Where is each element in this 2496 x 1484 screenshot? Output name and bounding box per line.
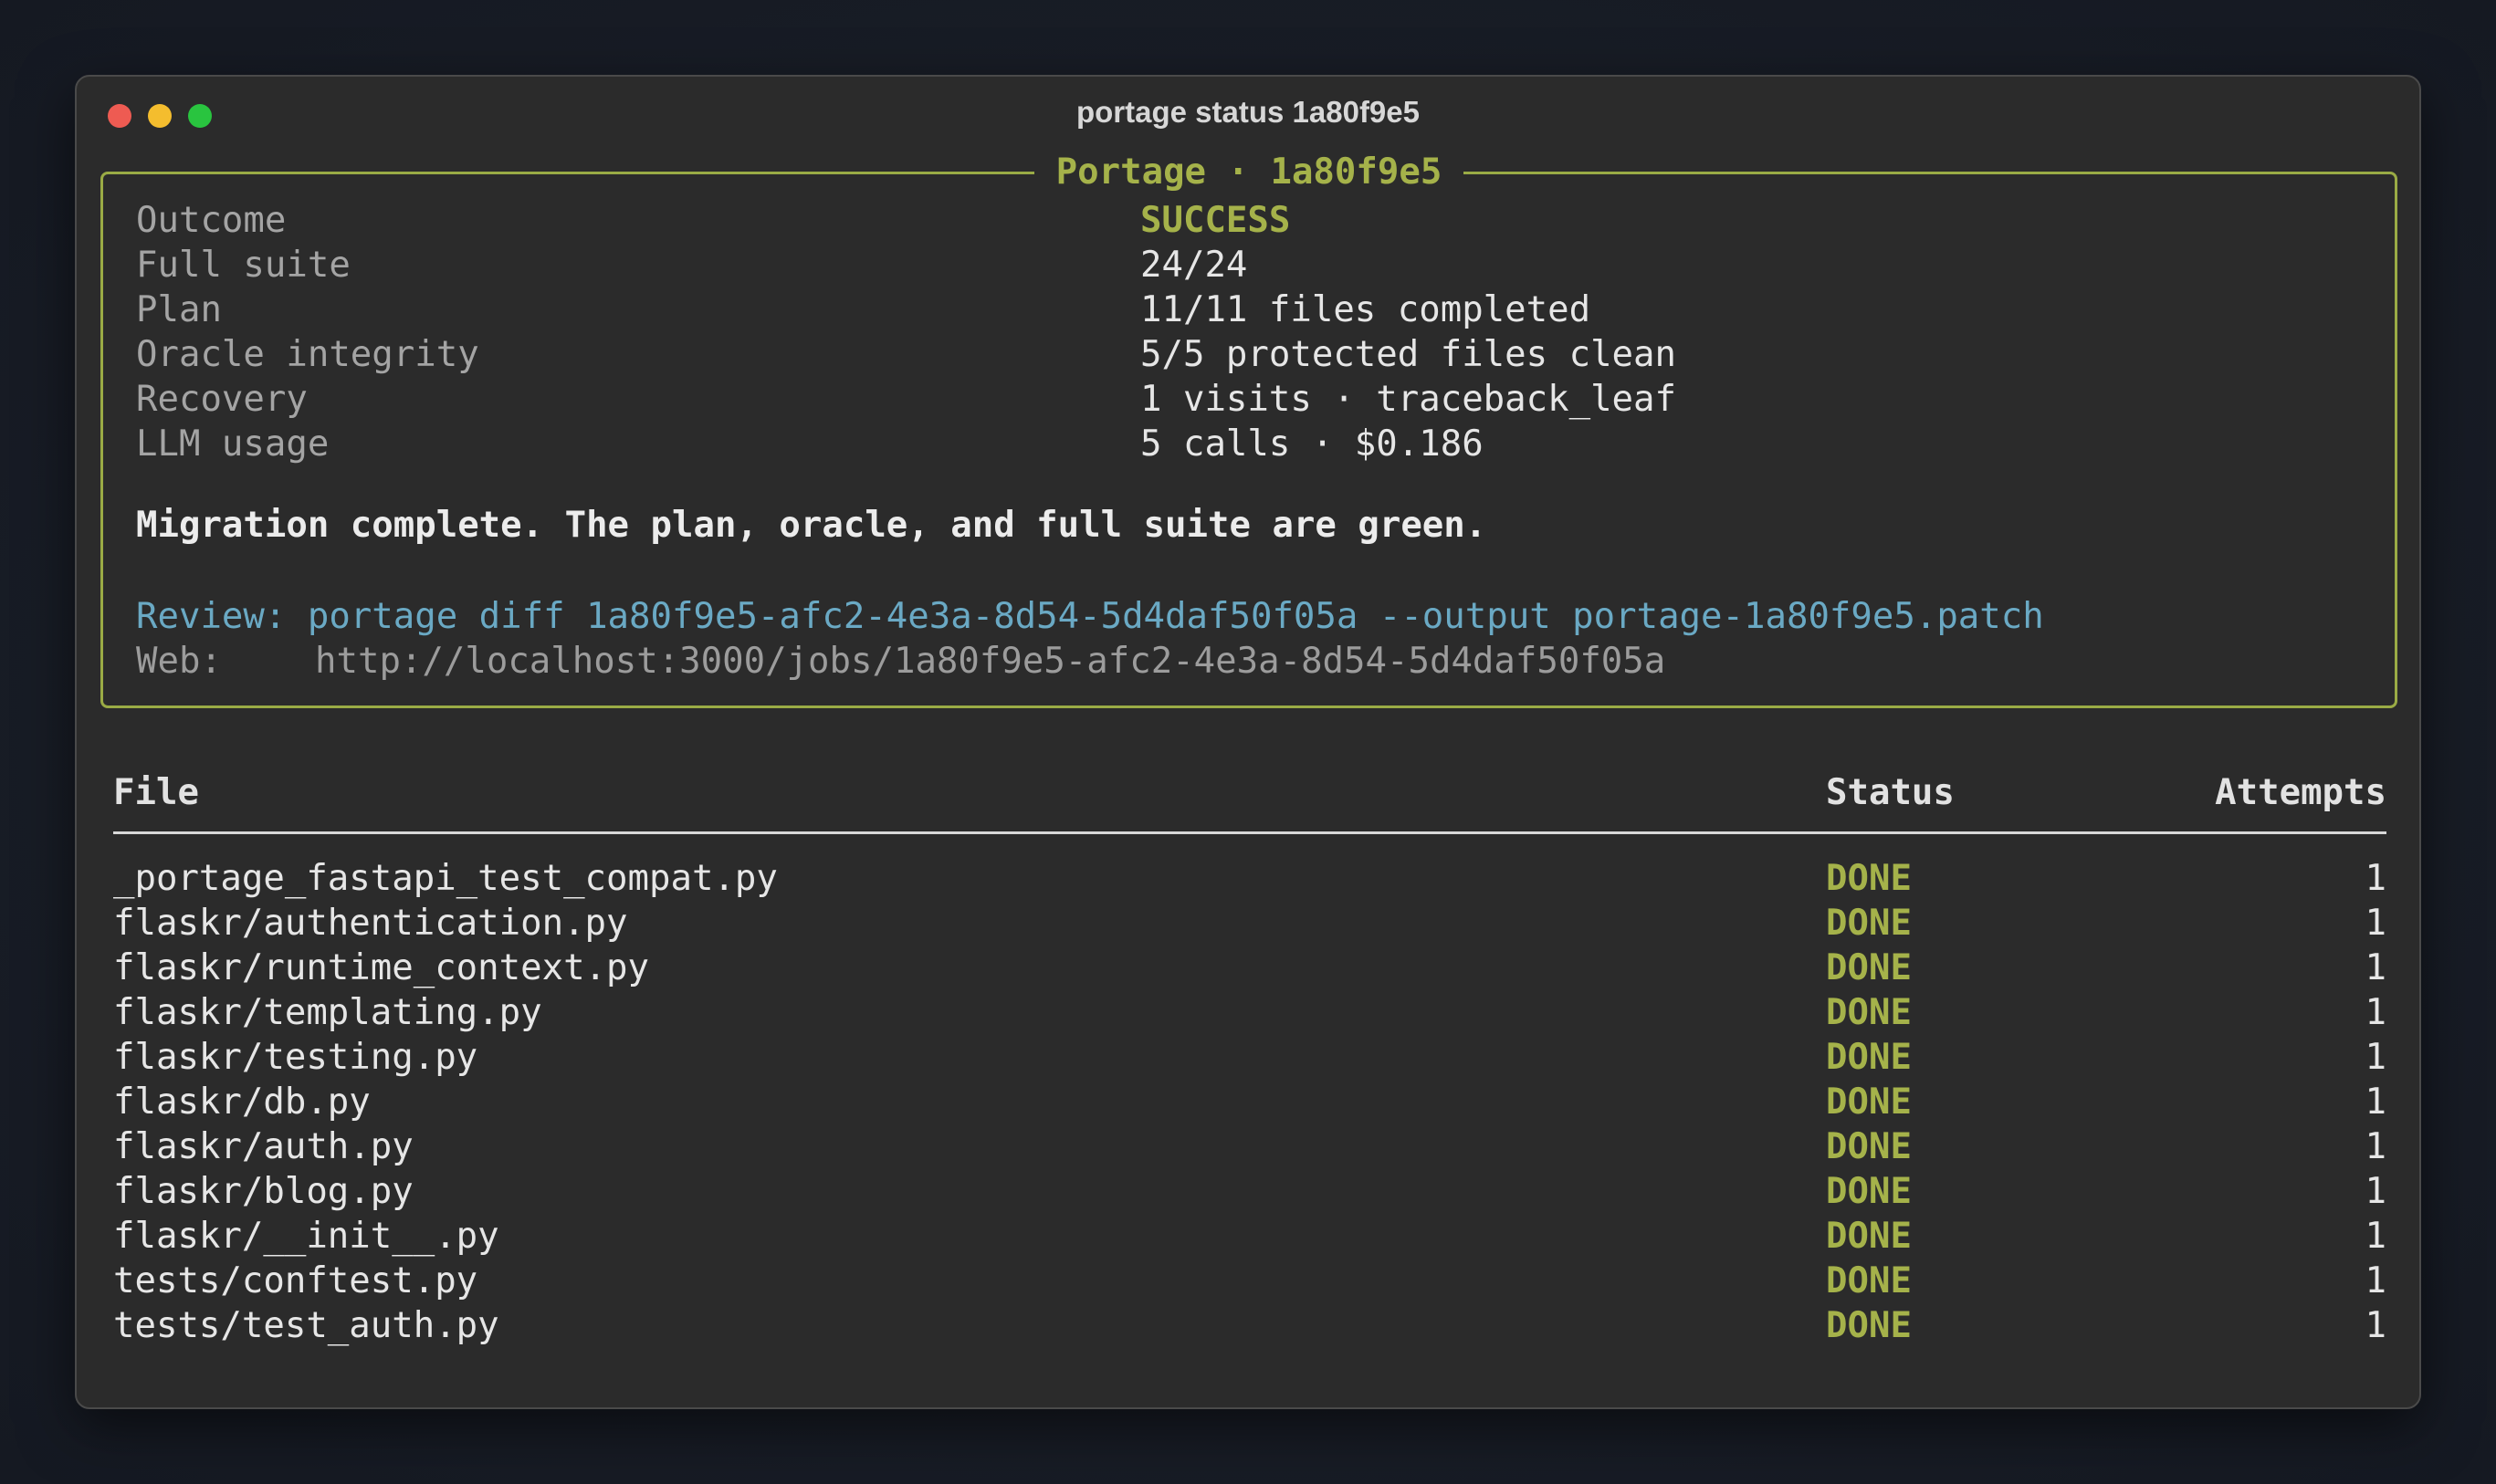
file-name: flaskr/runtime_context.py [113,947,649,988]
summary-row-outcome: Outcome SUCCESS [136,198,1676,243]
review-command[interactable]: Review: portage diff 1a80f9e5-afc2-4e3a-… [136,594,2044,639]
status-badge: DONE [1826,1260,1912,1301]
summary-row-recovery: Recovery 1 visits · traceback_leaf [136,377,1676,422]
summary-value: 1 visits · traceback_leaf [1140,379,1676,420]
file-name: flaskr/auth.py [113,1126,414,1167]
table-row: flaskr/testing.py DONE 1 [113,1035,2386,1080]
column-header-status: Status [1826,772,1955,813]
status-badge: DONE [1826,858,1912,899]
attempts-count: 1 [2365,858,2386,899]
summary-key: Full suite [136,245,351,286]
status-badge: DONE [1826,1126,1912,1167]
summary-row-llm-usage: LLM usage 5 calls · $0.186 [136,422,1676,466]
completion-message: Migration complete. The plan, oracle, an… [136,505,1487,546]
table-row: flaskr/templating.py DONE 1 [113,990,2386,1035]
attempts-count: 1 [2365,1126,2386,1167]
summary-key: Recovery [136,379,308,420]
attempts-count: 1 [2365,903,2386,944]
summary-value: 11/11 files completed [1140,289,1591,330]
attempts-count: 1 [2365,1171,2386,1212]
terminal-window: portage status 1a80f9e5 Portage · 1a80f9… [75,75,2421,1409]
status-panel: Portage · 1a80f9e5 Outcome SUCCESS Full … [100,152,2397,708]
status-badge: DONE [1826,903,1912,944]
table-row: flaskr/__init__.py DONE 1 [113,1214,2386,1259]
attempts-count: 1 [2365,947,2386,988]
status-badge: DONE [1826,1305,1912,1346]
outcome-value: SUCCESS [1140,200,1291,241]
summary-row-plan: Plan 11/11 files completed [136,287,1676,332]
table-row: flaskr/blog.py DONE 1 [113,1169,2386,1214]
file-name: tests/test_auth.py [113,1305,499,1346]
attempts-count: 1 [2365,1037,2386,1078]
files-table: File Status Attempts _portage_fastapi_te… [113,770,2386,1348]
window-title: portage status 1a80f9e5 [1075,95,1420,129]
summary-key: Outcome [136,200,287,241]
status-badge: DONE [1826,1082,1912,1123]
summary-key: Plan [136,289,222,330]
table-row: _portage_fastapi_test_compat.py DONE 1 [113,856,2386,901]
web-link-line: Web: http://localhost:3000/jobs/1a80f9e5-… [136,639,1665,684]
attempts-count: 1 [2365,1305,2386,1346]
panel-title: Portage · 1a80f9e5 [1033,152,1464,193]
summary-value: 5 calls · $0.186 [1140,423,1484,465]
file-name: flaskr/blog.py [113,1171,414,1212]
summary-value: 5/5 protected files clean [1140,334,1676,375]
attempts-count: 1 [2365,1260,2386,1301]
file-name: flaskr/__init__.py [113,1216,499,1257]
summary-value: 24/24 [1140,245,1248,286]
summary-list: Outcome SUCCESS Full suite 24/24 Plan 11… [136,198,1676,466]
table-row: flaskr/runtime_context.py DONE 1 [113,946,2386,990]
column-header-file: File [113,772,199,813]
status-badge: DONE [1826,1037,1912,1078]
status-badge: DONE [1826,1171,1912,1212]
summary-row-oracle-integrity: Oracle integrity 5/5 protected files cle… [136,332,1676,377]
table-row: flaskr/auth.py DONE 1 [113,1124,2386,1169]
column-header-attempts: Attempts [2215,772,2386,813]
table-row: flaskr/authentication.py DONE 1 [113,901,2386,946]
file-name: _portage_fastapi_test_compat.py [113,858,778,899]
table-row: tests/test_auth.py DONE 1 [113,1303,2386,1348]
summary-row-full-suite: Full suite 24/24 [136,243,1676,287]
file-name: flaskr/authentication.py [113,903,628,944]
attempts-count: 1 [2365,1082,2386,1123]
file-name: flaskr/db.py [113,1082,371,1123]
status-badge: DONE [1826,992,1912,1033]
attempts-count: 1 [2365,1216,2386,1257]
table-row: tests/conftest.py DONE 1 [113,1259,2386,1303]
file-name: tests/conftest.py [113,1260,478,1301]
status-badge: DONE [1826,1216,1912,1257]
file-name: flaskr/testing.py [113,1037,478,1078]
summary-key: Oracle integrity [136,334,479,375]
attempts-count: 1 [2365,992,2386,1033]
summary-key: LLM usage [136,423,330,465]
web-label: Web: [136,641,222,682]
table-body: _portage_fastapi_test_compat.py DONE 1 flas… [113,856,2386,1348]
file-name: flaskr/templating.py [113,992,542,1033]
title-bar: portage status 1a80f9e5 [77,77,2419,150]
table-header: File Status Attempts [113,770,2386,834]
table-row: flaskr/db.py DONE 1 [113,1080,2386,1124]
web-url-link[interactable]: http://localhost:3000/jobs/1a80f9e5-afc2… [315,641,1665,682]
status-badge: DONE [1826,947,1912,988]
